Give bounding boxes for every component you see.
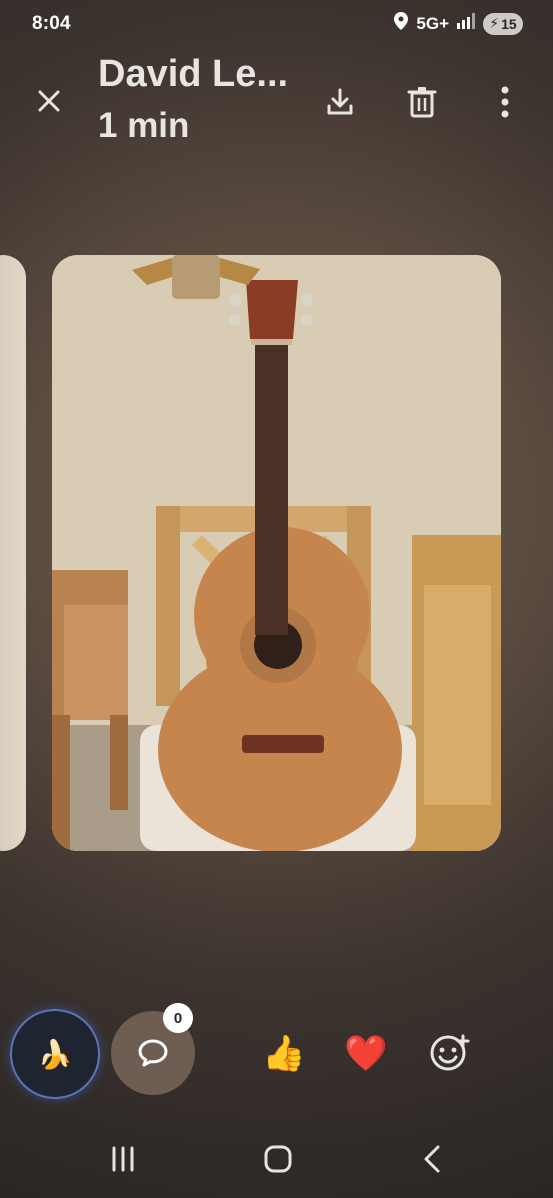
- status-indicators: 5G+ ⚡ 15: [394, 12, 523, 35]
- previous-photo-preview[interactable]: [0, 255, 26, 851]
- location-icon: [394, 12, 409, 35]
- more-options-button[interactable]: [485, 82, 525, 122]
- thumbs-up-reaction-button[interactable]: 👍: [261, 1030, 307, 1076]
- comment-icon: [138, 1039, 168, 1067]
- page-subtitle: 1 min: [98, 106, 190, 145]
- home-button[interactable]: [256, 1140, 300, 1178]
- photo-viewer[interactable]: [52, 255, 501, 851]
- trash-icon: [407, 87, 437, 118]
- network-label: 5G+: [416, 13, 449, 33]
- thumbs-up-icon: 👍: [262, 1033, 306, 1073]
- status-bar: 8:04 5G+ ⚡ 15: [0, 0, 553, 52]
- battery-bolt-icon: ⚡: [489, 15, 500, 31]
- home-icon: [264, 1145, 292, 1173]
- battery-indicator: ⚡ 15: [483, 12, 523, 35]
- guitar-photo: [52, 255, 501, 851]
- back-button[interactable]: [410, 1140, 454, 1178]
- delete-button[interactable]: [402, 82, 442, 122]
- status-time: 8:04: [32, 13, 71, 34]
- heart-icon: ❤️: [344, 1033, 388, 1073]
- title-block: David Le... 1 min: [98, 54, 298, 144]
- download-icon: [327, 88, 353, 115]
- recents-button[interactable]: [101, 1140, 145, 1178]
- banana-icon: 🍌: [37, 1038, 73, 1070]
- back-icon: [424, 1145, 440, 1173]
- more-vertical-icon: [501, 86, 509, 118]
- user-avatar[interactable]: 🍌: [12, 1011, 98, 1097]
- signal-icon: [457, 13, 475, 34]
- close-icon: [38, 90, 60, 112]
- comment-count-badge: 0: [163, 1003, 193, 1033]
- close-button[interactable]: [30, 82, 68, 120]
- recents-icon: [112, 1146, 134, 1172]
- battery-level: 15: [501, 15, 517, 32]
- download-button[interactable]: [320, 82, 360, 122]
- heart-reaction-button[interactable]: ❤️: [343, 1030, 389, 1076]
- add-emoji-icon: [430, 1034, 470, 1071]
- page-title: David Le...: [98, 54, 289, 94]
- add-reaction-button[interactable]: [426, 1030, 472, 1076]
